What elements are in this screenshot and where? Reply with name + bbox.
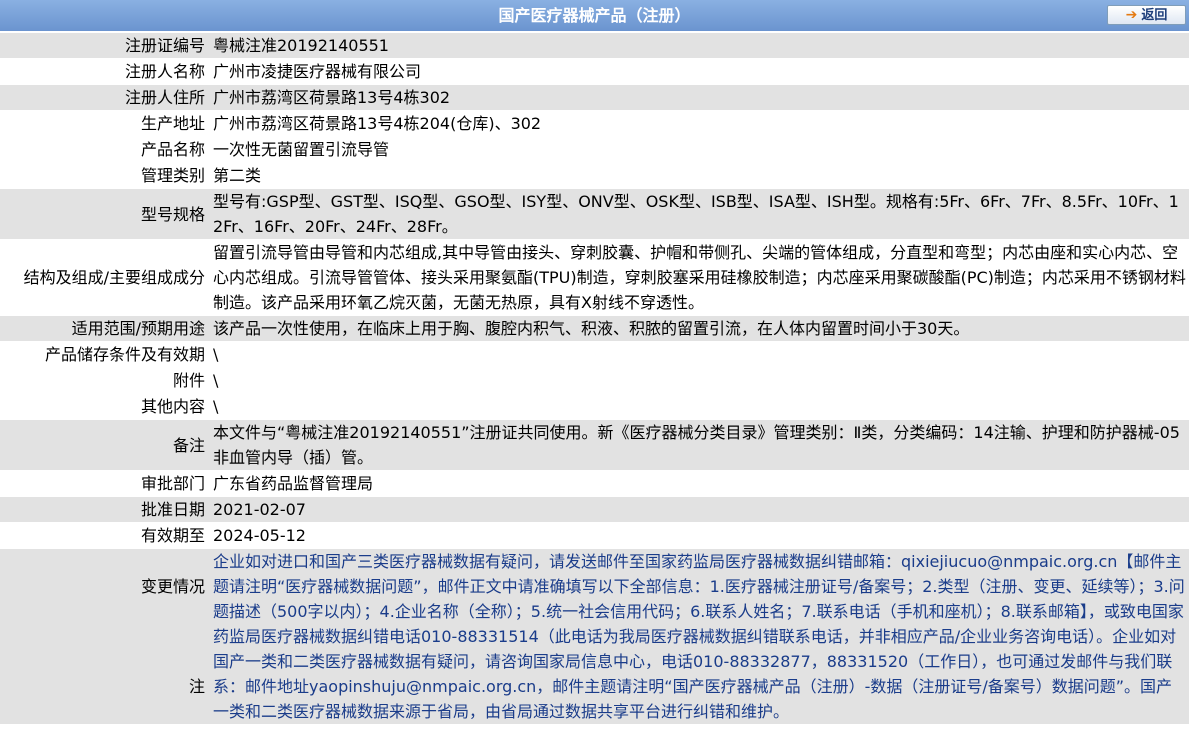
value-production-address: 广州市荔湾区荷景路13号4栋204(仓库)、302: [213, 114, 542, 133]
label-storage: 产品储存条件及有效期: [44, 345, 205, 364]
label-structure: 结构及组成/主要组成成分: [23, 268, 205, 287]
label-attachment: 附件: [172, 371, 205, 390]
row-attachment: 附件 \: [0, 368, 1189, 393]
row-product-name: 产品名称 一次性无菌留置引流导管: [0, 137, 1189, 162]
row-management-class: 管理类别 第二类: [0, 163, 1189, 188]
label-approval-date: 批准日期: [0, 497, 208, 522]
value-attachment: \: [213, 371, 219, 390]
row-approval-date: 批准日期 2021-02-07: [0, 497, 1189, 522]
row-other: 其他内容 \: [0, 394, 1189, 419]
value-storage: \: [213, 345, 219, 364]
value-notice: 企业如对进口和国产三类医疗器械数据有疑问，请发送邮件至国家药监局医疗器械数据纠错…: [208, 549, 1189, 724]
value-approval-date: 2021-02-07: [208, 497, 1189, 522]
label-registrant-address: 注册人住所: [0, 85, 208, 110]
value-valid-until: 2024-05-12: [213, 526, 306, 545]
back-button[interactable]: ➔ 返回: [1107, 5, 1186, 25]
value-management-class: 第二类: [213, 166, 262, 185]
row-registrant-name: 注册人名称 广州市凌捷医疗器械有限公司: [0, 59, 1189, 84]
detail-table: 注册证编号 粤械注准20192140551 注册人名称 广州市凌捷医疗器械有限公…: [0, 32, 1189, 725]
label-changes-text: 变更情况: [140, 577, 205, 596]
label-production-address: 生产地址: [140, 114, 205, 133]
value-registrant-address: 广州市荔湾区荷景路13号4栋302: [208, 85, 1189, 110]
label-remarks: 备注: [0, 420, 208, 470]
row-valid-until: 有效期至 2024-05-12: [0, 523, 1189, 548]
row-structure: 结构及组成/主要组成成分 留置引流导管由导管和内芯组成,其中导管由接头、穿刺胶囊…: [0, 240, 1189, 315]
arrow-right-icon: ➔: [1125, 7, 1138, 23]
label-notice: 注: [188, 677, 205, 696]
detail-page: 国产医疗器械产品（注册） ➔ 返回 注册证编号 粤械注准20192140551 注…: [0, 0, 1189, 756]
row-model-spec: 型号规格 型号有:GSP型、GST型、ISQ型、GSO型、ISY型、ONV型、O…: [0, 189, 1189, 239]
label-management-class: 管理类别: [140, 166, 205, 185]
label-product-name: 产品名称: [140, 140, 205, 159]
value-remarks: 本文件与“粤械注准20192140551”注册证共同使用。新《医疗器械分类目录》…: [208, 420, 1189, 470]
row-remarks: 备注 本文件与“粤械注准20192140551”注册证共同使用。新《医疗器械分类…: [0, 420, 1189, 470]
label-reg-no: 注册证编号: [0, 33, 208, 58]
row-intended-use: 适用范围/预期用途 该产品一次性使用，在临床上用于胸、腹腔内积气、积液、积脓的留…: [0, 316, 1189, 341]
label-changes: 变更情况 注: [0, 549, 208, 724]
value-model-spec: 型号有:GSP型、GST型、ISQ型、GSO型、ISY型、ONV型、OSK型、I…: [208, 189, 1189, 239]
value-reg-no: 粤械注准20192140551: [208, 33, 1189, 58]
value-approval-dept: 广东省药品监督管理局: [213, 474, 374, 493]
row-reg-no: 注册证编号 粤械注准20192140551: [0, 33, 1189, 58]
row-production-address: 生产地址 广州市荔湾区荷景路13号4栋204(仓库)、302: [0, 111, 1189, 136]
label-registrant-name: 注册人名称: [124, 62, 205, 81]
row-registrant-address: 注册人住所 广州市荔湾区荷景路13号4栋302: [0, 85, 1189, 110]
row-approval-dept: 审批部门 广东省药品监督管理局: [0, 471, 1189, 496]
header-bar: 国产医疗器械产品（注册） ➔ 返回: [0, 0, 1189, 32]
value-registrant-name: 广州市凌捷医疗器械有限公司: [213, 62, 422, 81]
label-approval-dept: 审批部门: [140, 474, 205, 493]
label-valid-until: 有效期至: [140, 526, 205, 545]
value-other: \: [213, 397, 219, 416]
back-label: 返回: [1141, 8, 1168, 23]
label-other: 其他内容: [140, 397, 205, 416]
label-model-spec: 型号规格: [0, 189, 208, 239]
page-title: 国产医疗器械产品（注册）: [498, 6, 691, 25]
value-product-name: 一次性无菌留置引流导管: [213, 140, 390, 159]
row-storage: 产品储存条件及有效期 \: [0, 342, 1189, 367]
row-notice: 变更情况 注 企业如对进口和国产三类医疗器械数据有疑问，请发送邮件至国家药监局医…: [0, 549, 1189, 724]
value-structure: 留置引流导管由导管和内芯组成,其中导管由接头、穿刺胶囊、护帽和带侧孔、尖端的管体…: [213, 243, 1186, 312]
label-intended-use: 适用范围/预期用途: [0, 316, 208, 341]
value-intended-use: 该产品一次性使用，在临床上用于胸、腹腔内积气、积液、积脓的留置引流，在人体内留置…: [208, 316, 1189, 341]
